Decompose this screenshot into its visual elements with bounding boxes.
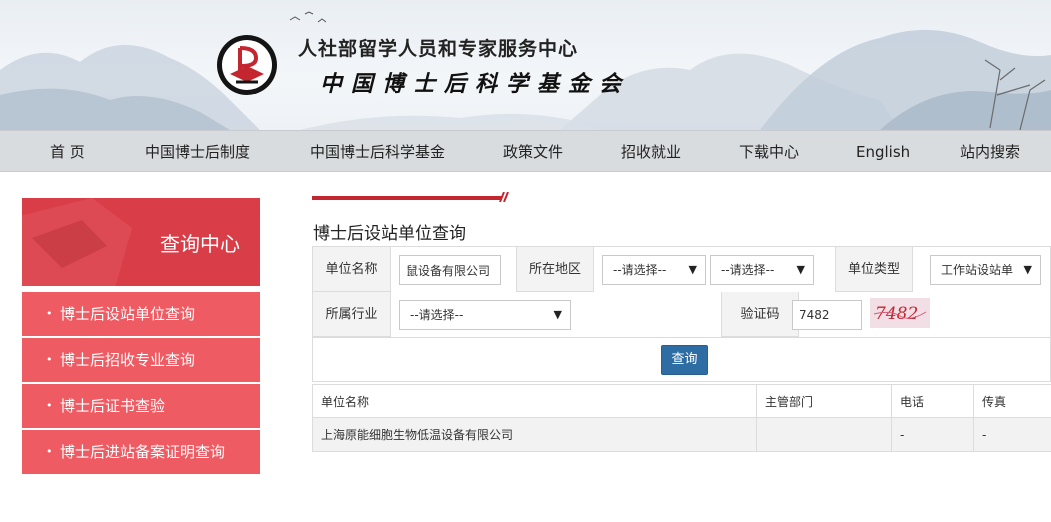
nav-item-policy-documents[interactable]: 政策文件 xyxy=(503,131,563,173)
table-header-unit-name: 单位名称 xyxy=(312,384,756,418)
bullet-icon: • xyxy=(46,399,53,412)
table-header-department: 主管部门 xyxy=(756,384,891,418)
unit-type-label: 单位类型 xyxy=(835,247,913,292)
nav-item-recruitment[interactable]: 招收就业 xyxy=(621,131,681,173)
region-province-value: --请选择-- xyxy=(613,263,667,277)
bullet-icon: • xyxy=(46,307,53,320)
foundation-logo[interactable] xyxy=(216,34,278,96)
region-city-value: --请选择-- xyxy=(721,263,775,277)
sidebar-item-unit-query[interactable]: • 博士后设站单位查询 xyxy=(22,292,260,336)
sidebar-item-label: 博士后证书查验 xyxy=(60,397,166,415)
unit-type-select[interactable]: 工作站设站单 ▼ xyxy=(930,255,1041,285)
captcha-label: 验证码 xyxy=(721,292,799,337)
chevron-down-icon: ▼ xyxy=(796,263,805,276)
nav-item-postdoc-system[interactable]: 中国博士后制度 xyxy=(145,131,250,173)
region-city-select[interactable]: --请选择-- ▼ xyxy=(710,255,814,285)
query-button[interactable]: 查询 xyxy=(661,345,708,375)
bullet-icon: • xyxy=(46,445,53,458)
industry-label: 所属行业 xyxy=(313,292,391,337)
nav-item-site-search[interactable]: 站内搜索 xyxy=(960,131,1020,173)
sidebar-item-filing-query[interactable]: • 博士后进站备案证明查询 xyxy=(22,430,260,474)
main-nav: 首 页 中国博士后制度 中国博士后科学基金 政策文件 招收就业 下载中心 Eng… xyxy=(0,130,1051,172)
chevron-down-icon: ▼ xyxy=(1023,263,1032,276)
nav-item-english[interactable]: English xyxy=(856,131,910,173)
table-header-phone: 电话 xyxy=(891,384,973,418)
captcha-image[interactable]: 7482 xyxy=(870,298,930,328)
sidebar-item-label: 博士后招收专业查询 xyxy=(60,351,196,369)
chevron-down-icon: ▼ xyxy=(688,263,697,276)
captcha-input[interactable] xyxy=(792,300,862,330)
unit-name-input[interactable] xyxy=(399,255,501,285)
nav-item-science-foundation[interactable]: 中国博士后科学基金 xyxy=(310,131,445,173)
region-province-select[interactable]: --请选择-- ▼ xyxy=(602,255,706,285)
sidebar-item-label: 博士后设站单位查询 xyxy=(60,305,196,323)
table-header-fax: 传真 xyxy=(973,384,1051,418)
sidebar-item-certificate-check[interactable]: • 博士后证书查验 xyxy=(22,384,260,428)
chevron-down-icon: ▼ xyxy=(553,308,562,321)
unit-name-label: 单位名称 xyxy=(313,247,391,292)
bullet-icon: • xyxy=(46,353,53,366)
org-subtitle: 中国博士后科学基金会 xyxy=(320,71,631,97)
nav-item-downloads[interactable]: 下载中心 xyxy=(739,131,799,173)
results-table: 单位名称 主管部门 电话 传真 上海原能细胞生物低温设备有限公司 - - xyxy=(312,384,1051,452)
unit-type-value: 工作站设站单 xyxy=(941,263,1014,277)
title-accent-bar xyxy=(312,196,502,200)
sidebar-heading: 查询中心 xyxy=(160,232,240,256)
mountain-landscape-illustration xyxy=(0,11,1051,130)
table-cell-phone: - xyxy=(891,418,973,452)
table-cell-unit-name[interactable]: 上海原能细胞生物低温设备有限公司 xyxy=(312,418,756,452)
nav-item-home[interactable]: 首 页 xyxy=(50,131,85,173)
region-label: 所在地区 xyxy=(516,247,594,292)
table-cell-fax: - xyxy=(973,418,1051,452)
industry-value: --请选择-- xyxy=(410,308,464,322)
page-title: 博士后设站单位查询 xyxy=(313,224,466,244)
title-accent-tail xyxy=(499,192,509,202)
industry-select[interactable]: --请选择-- ▼ xyxy=(399,300,571,330)
sidebar-heading-panel: 查询中心 xyxy=(22,198,260,286)
form-divider xyxy=(313,337,1050,338)
table-cell-department xyxy=(756,418,891,452)
header-banner: 人社部留学人员和专家服务中心 中国博士后科学基金会 xyxy=(0,0,1051,130)
sidebar-item-label: 博士后进站备案证明查询 xyxy=(60,443,226,461)
sidebar-item-major-query[interactable]: • 博士后招收专业查询 xyxy=(22,338,260,382)
org-title: 人社部留学人员和专家服务中心 xyxy=(298,38,579,60)
